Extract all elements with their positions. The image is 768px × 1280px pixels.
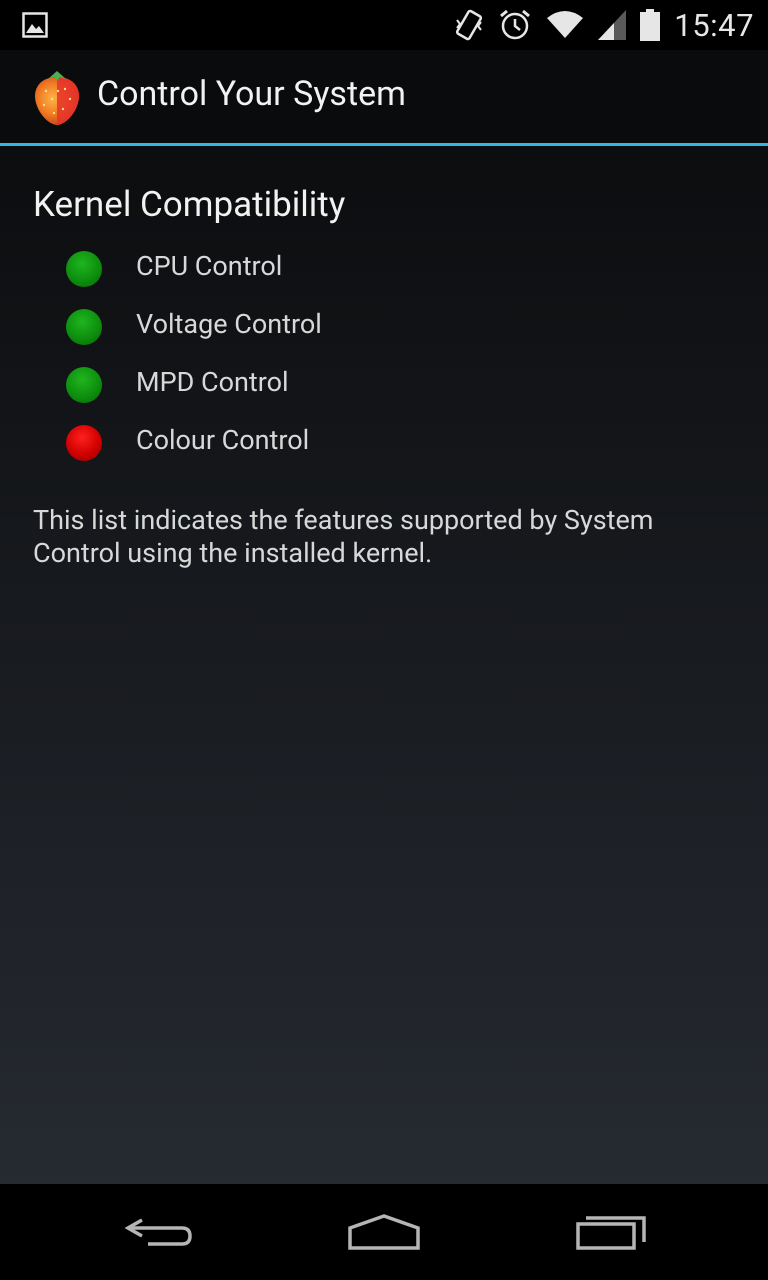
navigation-bar — [0, 1184, 768, 1280]
battery-icon — [640, 9, 661, 41]
alarm-icon — [500, 9, 531, 40]
wifi-icon — [547, 11, 584, 38]
recents-icon[interactable] — [572, 1212, 652, 1252]
app-title: Control Your System — [97, 74, 406, 114]
feature-label: Colour Control — [136, 424, 310, 456]
strawberry-icon[interactable] — [30, 67, 84, 127]
status-indicator-supported — [66, 367, 102, 403]
feature-item-voltage: Voltage Control — [66, 306, 666, 346]
feature-item-colour: Colour Control — [66, 422, 666, 462]
section-title: Kernel Compatibility — [33, 184, 346, 225]
status-bar: 15:47 — [0, 0, 768, 50]
feature-item-cpu: CPU Control — [66, 248, 666, 288]
feature-label: Voltage Control — [136, 308, 322, 340]
feature-label: MPD Control — [136, 366, 289, 398]
status-indicator-supported — [66, 309, 102, 345]
image-notification-icon — [22, 12, 48, 38]
status-indicator-unsupported — [66, 425, 102, 461]
clock: 15:47 — [674, 6, 754, 44]
feature-item-mpd: MPD Control — [66, 364, 666, 404]
vibrate-icon — [456, 9, 483, 41]
signal-icon — [598, 10, 627, 40]
feature-label: CPU Control — [136, 250, 283, 282]
status-indicator-supported — [66, 251, 102, 287]
description-text: This list indicates the features support… — [33, 504, 654, 569]
home-icon[interactable] — [344, 1212, 424, 1252]
status-icons: 15:47 — [454, 0, 754, 50]
back-icon[interactable] — [120, 1212, 200, 1252]
main-content: Kernel Compatibility CPU Control Voltage… — [0, 146, 768, 1184]
action-bar: Control Your System — [0, 50, 768, 146]
